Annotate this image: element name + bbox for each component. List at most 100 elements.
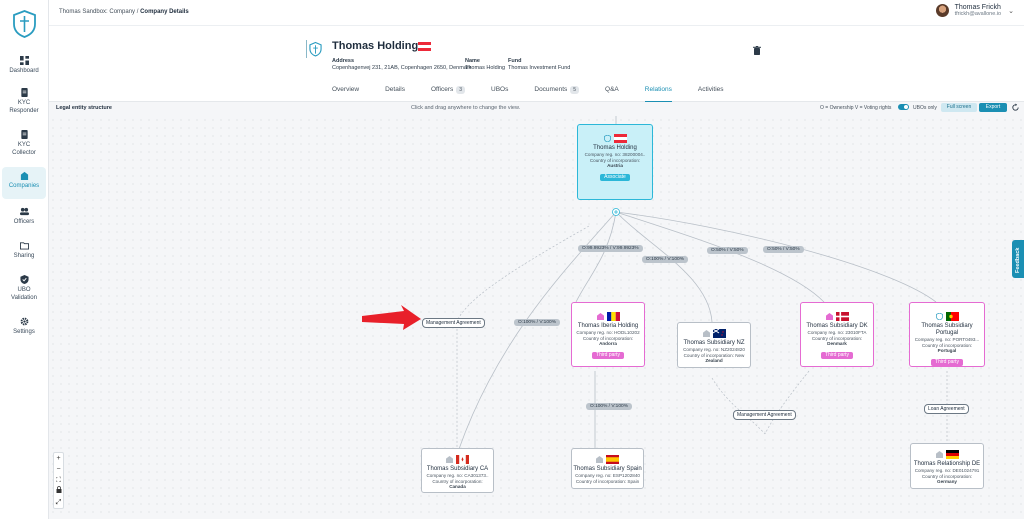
shield-icon bbox=[603, 134, 611, 142]
edge-management-agreement-2 bbox=[711, 377, 766, 435]
tab-overview[interactable]: Overview bbox=[332, 86, 359, 102]
sidebar-item-label: Companies bbox=[8, 183, 40, 189]
node-reg-no: Company reg. no: DE01024791 bbox=[914, 468, 980, 473]
people-icon bbox=[19, 207, 29, 216]
sidebar-item-dashboard[interactable]: Dashboard bbox=[2, 52, 46, 76]
sidebar-item-officers[interactable]: Officers bbox=[2, 203, 46, 227]
node-country: Portugal bbox=[937, 348, 957, 354]
top-bar: Thomas Sandbox: Company / Company Detail… bbox=[49, 0, 1024, 26]
lock-icon[interactable] bbox=[54, 486, 63, 497]
breadcrumb-separator: / bbox=[136, 9, 139, 15]
tab-qa[interactable]: Q&A bbox=[605, 86, 619, 102]
user-email: tfrickh@avallone.io bbox=[954, 11, 1002, 17]
name-value: Thomas Holding bbox=[465, 65, 506, 71]
node-name: Thomas Iberia Holding bbox=[577, 323, 639, 329]
ubos-only-label: UBOs only bbox=[913, 105, 937, 111]
sidebar-item-ubo-validation[interactable]: UBO Validation bbox=[2, 271, 46, 302]
feedback-tab[interactable]: Feedback bbox=[1012, 240, 1024, 278]
canada-flag-icon bbox=[456, 454, 469, 464]
export-button[interactable]: Export bbox=[979, 103, 1007, 112]
ownership-label-dk: O:50% / V:50% bbox=[707, 247, 748, 254]
gear-icon bbox=[20, 317, 28, 326]
node-country: Zealand bbox=[705, 358, 723, 364]
node-country: Andorra bbox=[599, 341, 617, 347]
sidebar-item-sharing[interactable]: Sharing bbox=[2, 237, 46, 261]
user-name: Thomas Frickh bbox=[954, 4, 1001, 11]
third-party-badge: Third party bbox=[931, 358, 963, 367]
expand-icon[interactable]: ⤢ bbox=[54, 497, 63, 508]
sidebar-item-label: Sharing bbox=[13, 253, 35, 259]
sidebar-item-label: Dashboard bbox=[9, 68, 39, 74]
node-country: Canada bbox=[449, 484, 466, 490]
full-screen-button[interactable]: Full screen bbox=[941, 103, 977, 112]
sidebar-item-label: Settings bbox=[13, 329, 35, 335]
entity-node-portugal[interactable]: Thomas Subsidiary Portugal Company reg. … bbox=[909, 302, 985, 367]
sidebar-item-companies[interactable]: Companies bbox=[2, 167, 46, 199]
entity-node-nz[interactable]: Thomas Subsidiary NZ Company reg. no: NZ… bbox=[677, 322, 751, 368]
tab-details[interactable]: Details bbox=[385, 86, 405, 102]
fit-view-icon[interactable]: ⛶ bbox=[54, 475, 63, 486]
user-menu[interactable]: Thomas Frickh tfrickh@avallone.io ⌄ bbox=[935, 4, 1014, 17]
breadcrumb-parent[interactable]: Company bbox=[109, 9, 135, 15]
legend-text: O = Ownership V = Voting rights bbox=[820, 105, 892, 111]
node-name: Thomas Subsidiary NZ bbox=[683, 340, 745, 346]
count-badge: 3 bbox=[456, 86, 466, 94]
red-arrow-annotation bbox=[362, 305, 421, 330]
relation-label-loan[interactable]: Loan Agreement bbox=[924, 404, 969, 414]
zoom-in-button[interactable]: + bbox=[54, 453, 63, 464]
address-label: Address bbox=[332, 58, 355, 64]
entity-node-spain[interactable]: Thomas Subsidiary Spain Company reg. no:… bbox=[571, 448, 644, 489]
tab-label: UBOs bbox=[491, 86, 509, 93]
tab-label: Activities bbox=[697, 86, 724, 93]
entity-node-dk[interactable]: Thomas Subsidiary DK Company reg. no: 23… bbox=[800, 302, 874, 367]
ownership-label-es: O:100% / V:100% bbox=[586, 403, 632, 410]
sidebar-item-kyc-collector[interactable]: KYC Collector bbox=[2, 126, 46, 157]
zoom-out-button[interactable]: − bbox=[54, 464, 63, 475]
graph-canvas[interactable]: Thomas Holding Company reg. no: 38200004… bbox=[49, 116, 1024, 519]
new-zealand-flag-icon bbox=[712, 328, 726, 338]
entity-node-canada[interactable]: Thomas Subsidiary CA Company reg. no: CA… bbox=[421, 448, 494, 493]
building-icon bbox=[702, 329, 710, 337]
entity-node-iberia[interactable]: Thomas Iberia Holding Company reg. no: H… bbox=[571, 302, 645, 367]
sidebar-item-kyc-responder[interactable]: KYC Responder bbox=[2, 84, 46, 115]
sidebar-item-label: UBO Validation bbox=[11, 287, 37, 301]
tab-officers[interactable]: Officers 3 bbox=[431, 86, 466, 102]
node-reg-no: Company reg. no: ESP1202840 bbox=[575, 473, 640, 478]
node-country-label: Country of incorporation: Spain bbox=[575, 478, 640, 484]
trash-icon[interactable] bbox=[753, 46, 761, 55]
node-country: Austria bbox=[607, 163, 623, 169]
tab-relations[interactable]: Relations bbox=[644, 86, 672, 102]
relation-label-management[interactable]: Management Agreement bbox=[422, 318, 485, 328]
building-icon bbox=[935, 450, 943, 458]
app-logo-icon[interactable] bbox=[12, 10, 37, 38]
relation-label-management-2[interactable]: Management Agreement bbox=[733, 410, 796, 420]
building-icon bbox=[446, 455, 453, 463]
breadcrumb-root[interactable]: Thomas Sandbox: bbox=[59, 9, 108, 15]
node-name: Thomas Relationship DE bbox=[913, 461, 981, 467]
building-icon bbox=[825, 312, 833, 320]
ownership-label-pt: O:50% / V:50% bbox=[763, 246, 804, 253]
entity-node-thomas-holding[interactable]: Thomas Holding Company reg. no: 38200004… bbox=[577, 124, 653, 200]
company-header: Thomas Holding Address Copenhagenvej 231… bbox=[49, 26, 1024, 102]
building-icon bbox=[596, 312, 604, 320]
node-reg-no: Company reg. no: HODL10202 bbox=[576, 330, 640, 335]
node-name: Thomas Holding bbox=[593, 145, 637, 151]
address-block: Address Copenhagenvej 231, 21AB, Copenha… bbox=[332, 58, 471, 72]
avatar bbox=[935, 4, 949, 17]
count-badge: 5 bbox=[570, 86, 580, 94]
tab-documents[interactable]: Documents 5 bbox=[534, 86, 580, 102]
entity-node-germany[interactable]: Thomas Relationship DE Company reg. no: … bbox=[910, 443, 984, 489]
tab-ubos[interactable]: UBOs bbox=[491, 86, 508, 102]
shield-check-icon bbox=[19, 275, 29, 284]
ubos-only-toggle[interactable] bbox=[898, 104, 909, 110]
name-label: Name bbox=[465, 58, 480, 64]
chevron-down-icon[interactable]: ⌄ bbox=[1008, 7, 1014, 15]
reset-icon[interactable] bbox=[1011, 103, 1020, 112]
sidebar-item-settings[interactable]: Settings bbox=[2, 313, 46, 337]
fund-value: Thomas Investment Fund bbox=[508, 65, 571, 71]
tab-label: Q&A bbox=[605, 86, 619, 93]
tab-activities[interactable]: Activities bbox=[698, 86, 724, 102]
edge-dk-management bbox=[764, 370, 810, 435]
breadcrumb-current: Company Details bbox=[140, 9, 189, 15]
dashboard-icon bbox=[19, 56, 29, 65]
